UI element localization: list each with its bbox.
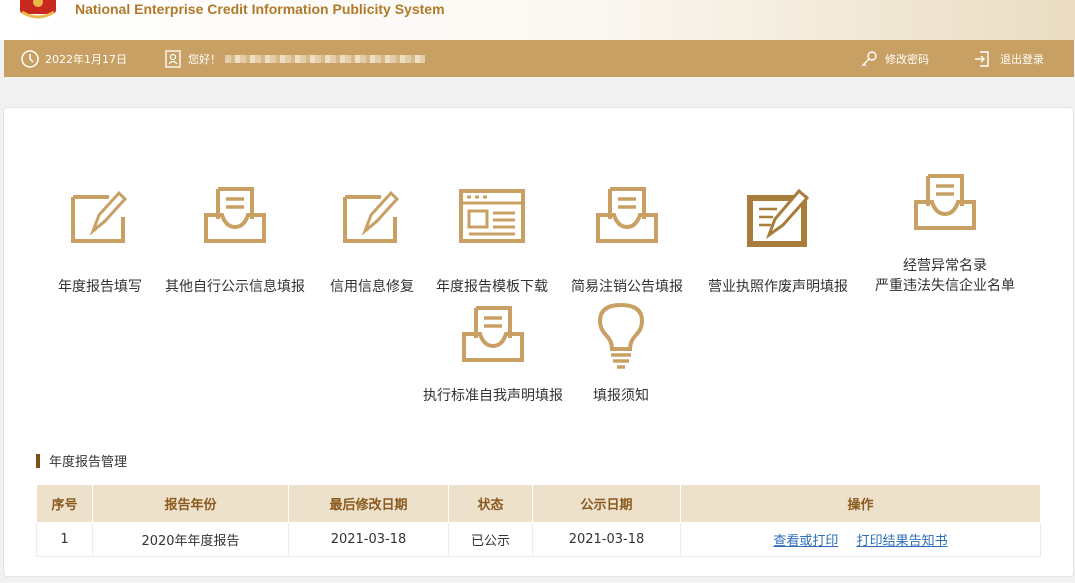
logout-icon <box>975 50 989 67</box>
print-result-notice-link[interactable]: 打印结果告知书 <box>857 534 948 549</box>
section-marker <box>36 453 40 468</box>
top-bar: 2022年1月17日 您好！ 修改密码 退出登录 <box>4 40 1074 77</box>
tile-filing-notice[interactable]: 填报须知 <box>583 303 659 408</box>
edit-solid-icon <box>747 188 810 247</box>
col-header-status: 状态 <box>448 484 533 523</box>
tile-label-secondary: 严重违法失信企业名单 <box>875 278 1015 294</box>
key-icon <box>861 50 877 66</box>
tile-credit-repair[interactable]: 信用信息修复 <box>322 185 422 300</box>
logout-link[interactable]: 退出登录 <box>972 40 1044 77</box>
tile-license-void[interactable]: 营业执照作废声明填报 <box>700 185 856 300</box>
tile-label: 简易注销公告填报 <box>571 279 683 295</box>
tile-label: 填报须知 <box>593 388 649 404</box>
tile-template-download[interactable]: 年度报告模板下载 <box>430 185 554 300</box>
cell-modified: 2021-03-18 <box>288 522 449 557</box>
greeting-text: 您好！ <box>188 52 221 66</box>
tile-standard-declaration[interactable]: 执行标准自我声明填报 <box>414 303 572 408</box>
view-print-link[interactable]: 查看或打印 <box>773 534 838 549</box>
template-icon <box>459 189 525 243</box>
col-header-modified: 最后修改日期 <box>288 484 449 523</box>
tile-other-disclosure[interactable]: 其他自行公示信息填报 <box>160 185 310 300</box>
tile-annual-report-fill[interactable]: 年度报告填写 <box>50 185 150 300</box>
tile-label: 营业执照作废声明填报 <box>708 279 848 295</box>
change-password-label[interactable]: 修改密码 <box>885 51 929 67</box>
blurred-username <box>225 54 425 63</box>
national-emblem-icon <box>20 0 56 19</box>
col-header-publish: 公示日期 <box>532 484 681 523</box>
col-header-index: 序号 <box>36 484 93 523</box>
site-title: National Enterprise Credit Information P… <box>75 1 445 17</box>
lightbulb-icon <box>597 303 645 369</box>
date-text: 2022年1月17日 <box>45 52 127 66</box>
inbox-icon <box>596 187 658 243</box>
tile-label: 执行标准自我声明填报 <box>423 388 563 404</box>
change-password-link[interactable]: 修改密码 <box>859 40 929 77</box>
tile-label: 经营异常名录 <box>903 258 987 274</box>
cell-index: 1 <box>36 522 93 557</box>
section-annual-report-management: 年度报告管理 <box>36 451 127 470</box>
user-badge-icon <box>165 49 181 68</box>
tile-simple-deregistration[interactable]: 简易注销公告填报 <box>565 185 689 300</box>
tile-label: 年度报告模板下载 <box>436 279 548 295</box>
cell-publish: 2021-03-18 <box>532 522 681 557</box>
annual-report-table: 序号 报告年份 最后修改日期 状态 公示日期 操作 1 2020年年度报告 20… <box>36 484 1041 557</box>
header: National Enterprise Credit Information P… <box>0 0 1075 40</box>
table-header-row: 序号 报告年份 最后修改日期 状态 公示日期 操作 <box>36 484 1041 523</box>
inbox-icon <box>462 306 524 362</box>
user-greeting: 您好！ <box>164 40 425 77</box>
table-row: 1 2020年年度报告 2021-03-18 已公示 2021-03-18 查看… <box>36 522 1041 557</box>
tile-label: 信用信息修复 <box>330 279 414 295</box>
date-display: 2022年1月17日 <box>20 40 127 77</box>
cell-year: 2020年年度报告 <box>92 522 289 557</box>
tile-label: 其他自行公示信息填报 <box>165 279 305 295</box>
edit-icon <box>71 190 128 243</box>
col-header-actions: 操作 <box>680 484 1041 523</box>
tile-abnormal-list[interactable]: 经营异常名录 严重违法失信企业名单 <box>866 172 1024 300</box>
tile-label: 年度报告填写 <box>58 279 142 295</box>
inbox-icon <box>914 174 976 230</box>
clock-icon <box>21 49 39 68</box>
cell-actions: 查看或打印 打印结果告知书 <box>680 522 1041 557</box>
cell-status: 已公示 <box>448 522 533 557</box>
col-header-year: 报告年份 <box>92 484 289 523</box>
section-title-text: 年度报告管理 <box>49 455 128 470</box>
edit-icon <box>343 190 400 243</box>
logout-label[interactable]: 退出登录 <box>1000 51 1044 67</box>
inbox-icon <box>204 187 266 243</box>
